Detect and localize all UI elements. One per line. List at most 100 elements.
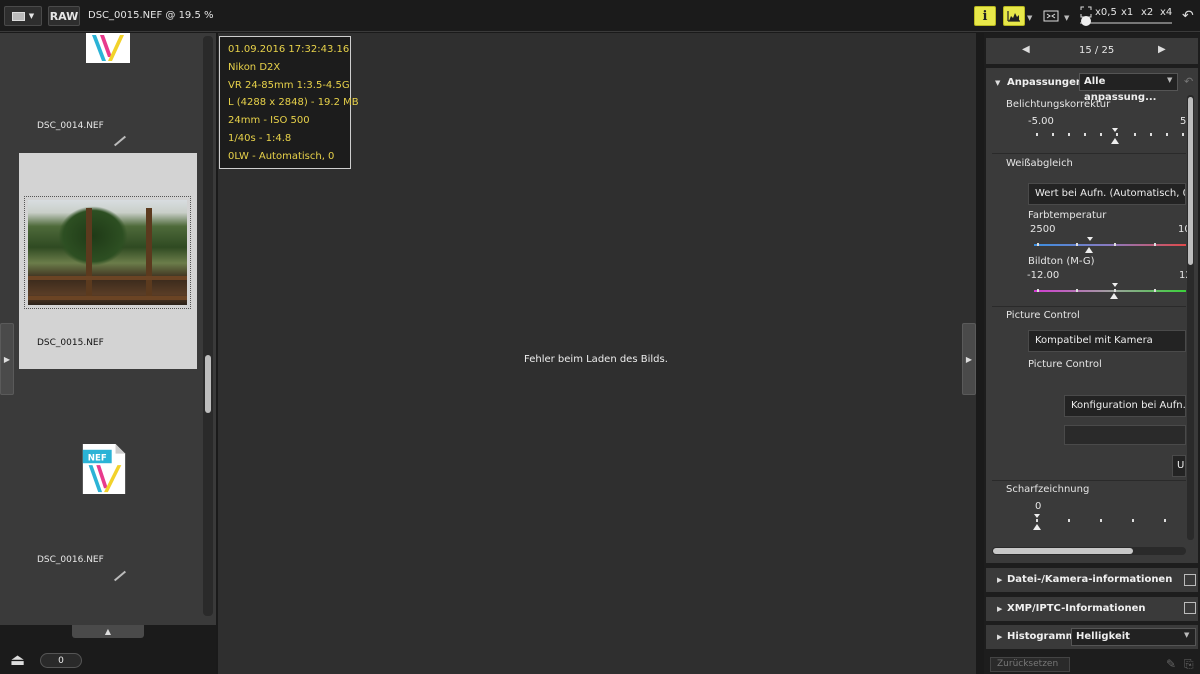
zoom-x05[interactable]: x0,5 xyxy=(1095,7,1117,18)
exposure-default-pointer xyxy=(1112,128,1118,132)
tint-min: -12.00 xyxy=(1027,270,1060,281)
exposure-max: 5 xyxy=(1180,116,1187,127)
reset-button[interactable]: Zurücksetzen xyxy=(990,657,1070,672)
section-histogram-label[interactable]: Histogramm xyxy=(1007,631,1076,642)
zoom-slider-knob[interactable] xyxy=(1081,16,1091,26)
chevron-right-icon: ▶ xyxy=(3,354,11,364)
chevron-down-icon[interactable]: ▼ xyxy=(1184,631,1189,639)
shooting-info-overlay: 01.09.2016 17:32:43.16 Nikon D2X VR 24-8… xyxy=(219,36,359,169)
adjustments-preset-select[interactable]: Alle anpassung... xyxy=(1079,73,1178,103)
raw-badge[interactable]: RAW xyxy=(48,6,80,26)
previous-image-icon[interactable]: ◀ xyxy=(1022,44,1030,55)
section-xmp-iptc-info-label[interactable]: XMP/IPTC-Informationen xyxy=(1007,603,1146,614)
thumbnail-image-frame[interactable] xyxy=(24,196,191,309)
filmstrip-scroll-thumb[interactable] xyxy=(205,355,211,413)
fit-screen-button[interactable] xyxy=(1040,6,1062,26)
fit-dropdown-icon[interactable]: ▼ xyxy=(1064,14,1069,22)
picture-control-label: Picture Control xyxy=(1006,310,1080,321)
chevron-up-icon: ▲ xyxy=(104,627,112,636)
view-mode-icon xyxy=(11,11,25,21)
info-exposure: 1/40s - 1:4.8 xyxy=(228,132,292,144)
rating-icon[interactable]: ⏏ xyxy=(10,650,25,669)
tint-label: Bildton (M-G) xyxy=(1028,256,1095,267)
next-image-icon[interactable]: ▶ xyxy=(1158,44,1166,55)
histogram-toggle-button[interactable] xyxy=(1003,6,1025,26)
sharpening-default-pointer xyxy=(1034,514,1040,518)
thumbnail-label: DSC_0014.NEF xyxy=(37,121,104,131)
reset-adjustments-icon[interactable]: ↶ xyxy=(1184,75,1193,88)
copy-icon[interactable]: ⎘ xyxy=(1184,657,1194,672)
error-message: Fehler beim Laden des Bilds. xyxy=(524,354,668,365)
color-temperature-knob[interactable] xyxy=(1085,247,1093,253)
left-panel-toggle[interactable]: ▶ xyxy=(0,323,14,395)
file-title: DSC_0015.NEF @ 19.5 % xyxy=(88,10,214,21)
expand-triangle-icon[interactable]: ▶ xyxy=(997,605,1002,613)
color-temperature-default-pointer xyxy=(1087,237,1093,241)
right-panel-toggle[interactable]: ▶ xyxy=(962,323,976,395)
zoom-slider[interactable] xyxy=(1080,22,1172,24)
nef-badge-text: NEF xyxy=(88,453,107,463)
collapse-triangle-icon[interactable]: ▼ xyxy=(995,79,1000,87)
section-file-camera-info-label[interactable]: Datei-/Kamera-informationen xyxy=(1007,574,1172,585)
nef-file-icon: NEF xyxy=(82,444,126,494)
picture-control-empty-field[interactable] xyxy=(1064,425,1186,445)
info-lens: VR 24-85mm 1:3.5-4.5G xyxy=(228,79,350,91)
edit-icon[interactable]: ✎ xyxy=(1166,657,1176,671)
exposure-slider-knob[interactable] xyxy=(1111,138,1119,144)
info-white-balance: 0LW - Automatisch, 0 xyxy=(228,150,335,162)
zoom-x2[interactable]: x2 xyxy=(1141,7,1153,18)
color-temperature-label: Farbtemperatur xyxy=(1028,210,1107,221)
chevron-right-icon: ▶ xyxy=(965,354,973,364)
color-temperature-slider[interactable] xyxy=(1034,243,1186,246)
nef-file-icon xyxy=(86,33,130,63)
expand-triangle-icon[interactable]: ▶ xyxy=(997,633,1002,641)
chevron-down-icon: ▼ xyxy=(28,12,35,20)
exposure-slider[interactable] xyxy=(1036,133,1186,136)
sharpening-knob[interactable] xyxy=(1033,524,1041,530)
expand-triangle-icon[interactable]: ▶ xyxy=(997,576,1002,584)
filmstrip-scrollbar[interactable] xyxy=(203,36,213,616)
picture-control-config-select[interactable]: Konfiguration bei Aufn. xyxy=(1064,395,1186,417)
zoom-x4[interactable]: x4 xyxy=(1160,7,1172,18)
thumbnail-label: DSC_0016.NEF xyxy=(37,555,104,565)
list-view-icon[interactable] xyxy=(1184,602,1196,614)
exposure-label: Belichtungskorrektur xyxy=(1006,99,1111,110)
histogram-icon xyxy=(1007,11,1020,22)
rating-field[interactable]: 0 xyxy=(40,653,82,668)
filmstrip-collapse-button[interactable]: ▲ xyxy=(72,625,144,638)
info-size: L (4288 x 2848) - 19.2 MB xyxy=(228,97,359,109)
sharpening-label: Scharfzeichnung xyxy=(1006,484,1090,495)
divider xyxy=(992,480,1186,481)
white-balance-select[interactable]: Wert bei Aufn. (Automatisch, 0) xyxy=(1028,183,1186,205)
chevron-down-icon[interactable]: ▼ xyxy=(1167,76,1172,84)
view-mode-button[interactable]: ▼ xyxy=(4,6,42,26)
picture-control-compat-select[interactable]: Kompatibel mit Kamera xyxy=(1028,330,1186,352)
tint-knob[interactable] xyxy=(1110,293,1118,299)
thumbnail-label: DSC_0015.NEF xyxy=(37,338,104,348)
list-view-icon[interactable] xyxy=(1184,574,1196,586)
divider xyxy=(992,153,1186,154)
undo-icon[interactable]: ↶ xyxy=(1182,8,1194,24)
info-toggle-button[interactable]: i xyxy=(974,6,996,26)
exposure-min: -5.00 xyxy=(1028,116,1054,127)
adjustments-title[interactable]: Anpassungen xyxy=(1007,77,1083,88)
tint-slider[interactable] xyxy=(1034,289,1186,292)
color-temperature-min: 2500 xyxy=(1030,224,1056,235)
info-camera: Nikon D2X xyxy=(228,61,281,73)
zoom-x1[interactable]: x1 xyxy=(1121,7,1133,18)
picture-control-button[interactable]: U xyxy=(1172,455,1186,477)
divider xyxy=(992,306,1186,307)
histogram-dropdown-icon[interactable]: ▼ xyxy=(1027,14,1032,22)
info-datetime: 01.09.2016 17:32:43.16 xyxy=(228,44,350,55)
fit-screen-icon xyxy=(1043,10,1059,22)
adjustments-horizontal-scroll-thumb[interactable] xyxy=(993,548,1133,554)
white-balance-label: Weißabgleich xyxy=(1006,158,1073,169)
picture-control-sublabel: Picture Control xyxy=(1028,359,1102,370)
histogram-mode-select[interactable]: Helligkeit xyxy=(1071,628,1196,646)
sharpening-slider[interactable] xyxy=(1036,519,1186,522)
info-focal-iso: 24mm - ISO 500 xyxy=(228,115,310,127)
tint-default-pointer xyxy=(1112,283,1118,287)
thumbnail-photo xyxy=(28,200,187,305)
adjustments-vertical-scroll-thumb[interactable] xyxy=(1188,97,1193,265)
sharpening-value: 0 xyxy=(1035,501,1042,512)
